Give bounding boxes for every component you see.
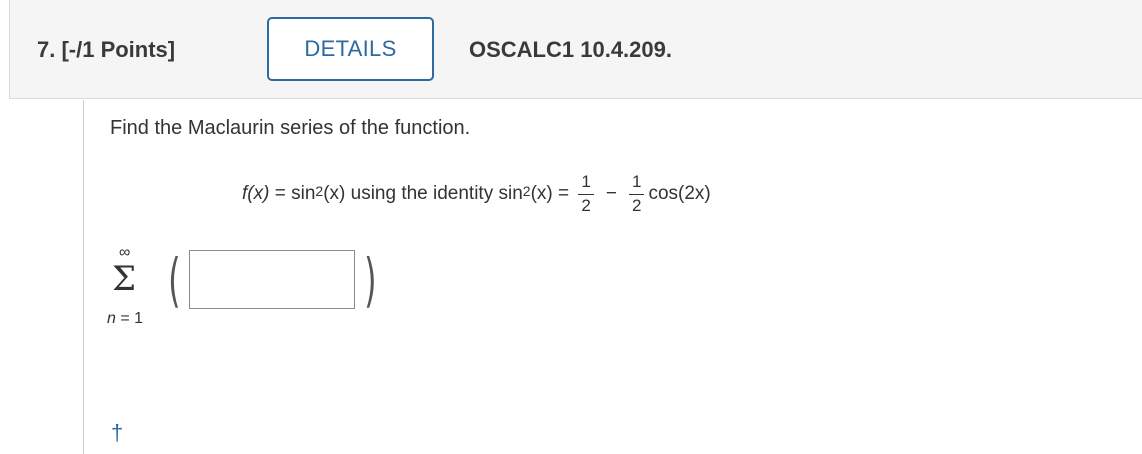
question-number-points: 7. [-/1 Points] — [37, 37, 176, 62]
question-page: 7. [-/1 Points] DETAILS OSCALC1 10.4.209… — [0, 0, 1142, 454]
identity-text: using the identity sin — [345, 183, 523, 204]
fraction-denominator: 2 — [578, 194, 594, 216]
index-variable: n — [107, 310, 116, 327]
identity-argument: (x) — [530, 183, 553, 204]
equals-sign: = — [269, 183, 292, 204]
details-button[interactable]: DETAILS — [267, 17, 434, 81]
summation-lower-bound: n = 1 — [107, 310, 143, 328]
fraction-denominator: 2 — [628, 194, 645, 216]
fraction-numerator: 1 — [581, 172, 591, 191]
answer-input[interactable] — [189, 250, 355, 309]
body-divider — [83, 100, 84, 454]
identity-equals-sign: = — [552, 183, 575, 204]
fraction-one-half: 1 2 — [578, 172, 594, 216]
function-name: f(x) — [242, 183, 270, 204]
function-formula: f(x) = sin 2 (x) using the identity sin 2 (x… — [242, 172, 711, 216]
summation-notation: ∞ Σ n = 1 — [103, 244, 163, 340]
sigma-icon: Σ — [112, 259, 137, 299]
sin-term: sin — [291, 183, 316, 204]
question-prompt: Find the Maclaurin series of the functio… — [110, 117, 471, 139]
question-header: 7. [-/1 Points] DETAILS OSCALC1 10.4.209… — [9, 0, 1142, 99]
minus-sign: − — [605, 183, 617, 204]
left-parenthesis: ( — [168, 246, 181, 314]
footnote-dagger-icon[interactable]: † — [111, 420, 123, 446]
cos-term: cos(2x) — [648, 183, 711, 204]
fraction-numerator: 1 — [631, 172, 642, 191]
lower-bound-value: = 1 — [115, 310, 144, 327]
right-parenthesis: ) — [364, 246, 377, 314]
question-code: OSCALC1 10.4.209. — [469, 37, 672, 62]
sin-argument: (x) — [323, 183, 346, 204]
fraction-one-half-second: 1 2 — [628, 172, 645, 216]
